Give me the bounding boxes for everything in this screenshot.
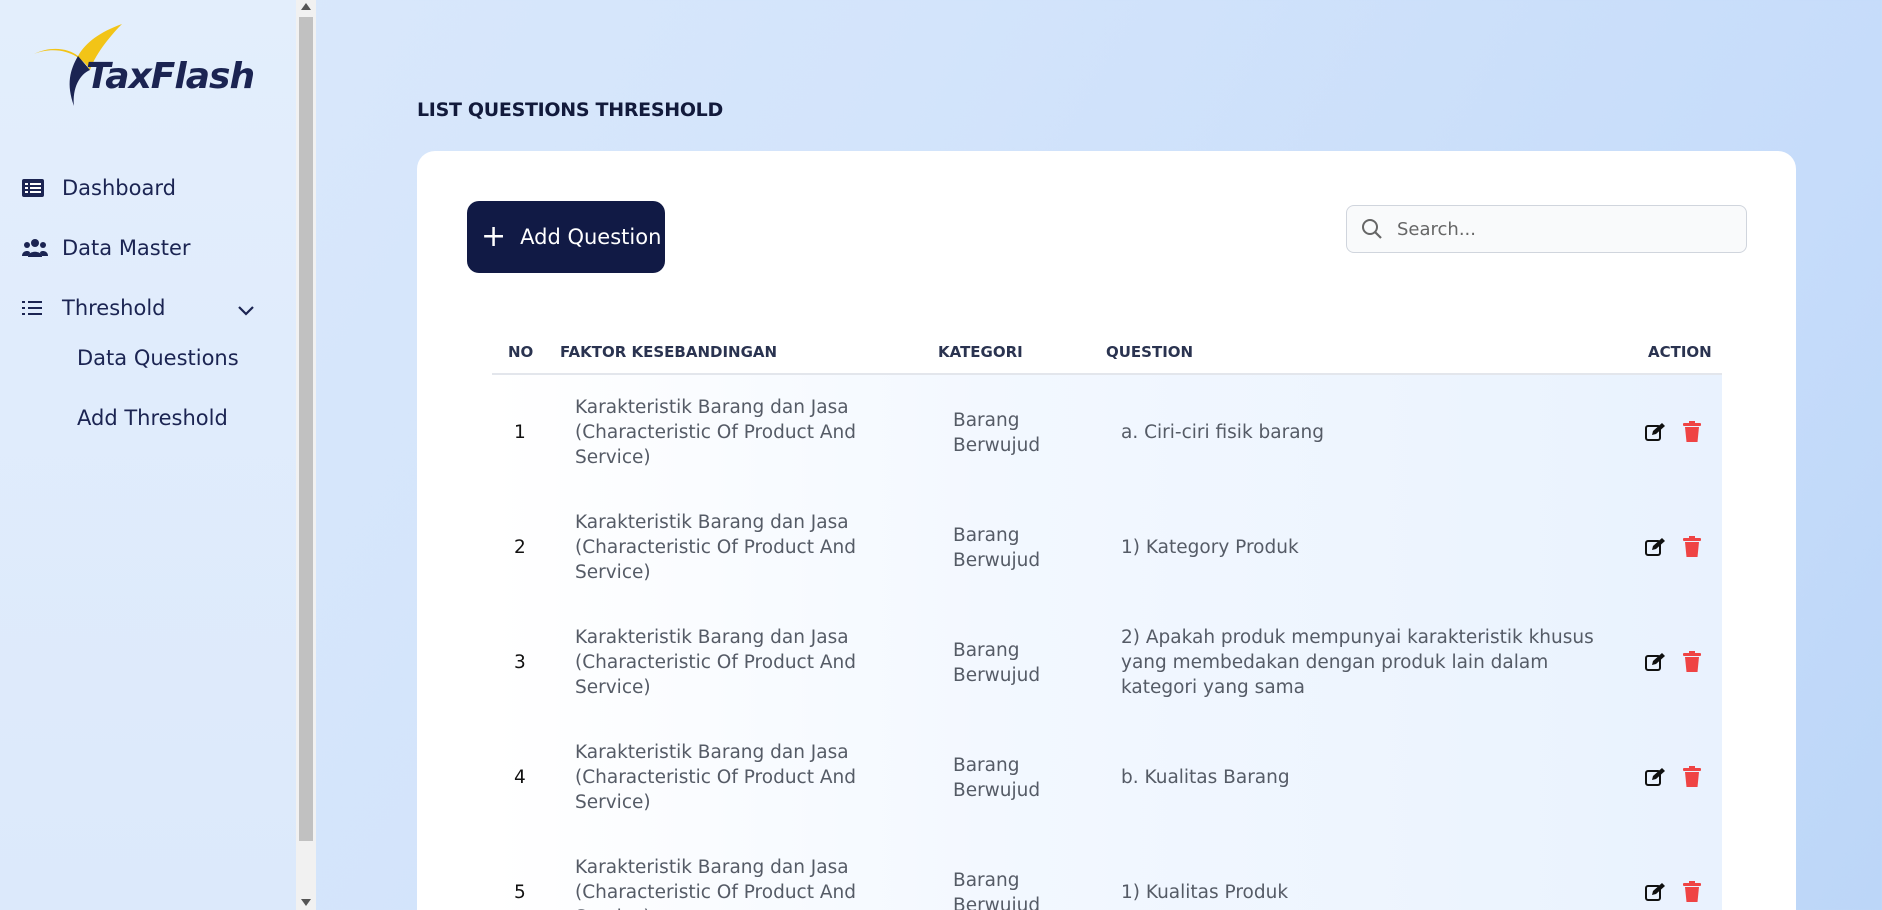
edit-icon[interactable] — [1644, 536, 1666, 558]
table-row: 2 Karakteristik Barang dan Jasa (Charact… — [492, 490, 1722, 605]
sidebar-item-label: Data Master — [62, 236, 191, 260]
sidebar-subitem-add-threshold[interactable]: Add Threshold — [77, 406, 228, 430]
scrollbar-thumb[interactable] — [299, 17, 313, 841]
cell-faktor: Karakteristik Barang dan Jasa (Character… — [575, 857, 856, 910]
taxflash-logo[interactable]: TaxFlash — [30, 22, 270, 112]
sidebar-item-threshold[interactable]: Threshold — [22, 296, 166, 320]
trash-icon[interactable] — [1682, 421, 1704, 443]
edit-icon[interactable] — [1644, 651, 1666, 673]
header-faktor[interactable]: FAKTOR KESEBANDINGAN — [560, 343, 777, 361]
edit-icon[interactable] — [1644, 766, 1666, 788]
users-icon — [22, 237, 48, 259]
cell-question: 1) Kategory Produk — [1121, 537, 1299, 558]
table-header: NO FAKTOR KESEBANDINGAN KATEGORI QUESTIO… — [492, 331, 1722, 375]
page-title: LIST QUESTIONS THRESHOLD — [417, 99, 723, 121]
header-kategori[interactable]: KATEGORI — [938, 343, 1023, 361]
cell-no: 2 — [514, 537, 526, 558]
table-row: 1 Karakteristik Barang dan Jasa (Charact… — [492, 375, 1722, 490]
cell-question: 2) Apakah produk mempunyai karakteristik… — [1121, 627, 1594, 698]
questions-table: NO FAKTOR KESEBANDINGAN KATEGORI QUESTIO… — [492, 331, 1722, 910]
cell-no: 1 — [514, 422, 526, 443]
cell-faktor: Karakteristik Barang dan Jasa (Character… — [575, 397, 856, 468]
cell-faktor: Karakteristik Barang dan Jasa (Character… — [575, 512, 856, 583]
add-question-label: Add Question — [520, 225, 662, 249]
cell-question: a. Ciri-ciri fisik barang — [1121, 422, 1325, 443]
trash-icon[interactable] — [1682, 536, 1704, 558]
cell-kategori: Barang Berwujud — [953, 755, 1041, 801]
brand-name: TaxFlash — [86, 56, 255, 97]
add-question-button[interactable]: + Add Question — [467, 201, 665, 273]
scroll-down-arrow-icon[interactable] — [301, 899, 311, 906]
trash-icon[interactable] — [1682, 651, 1704, 673]
sidebar: TaxFlash Dashboard Data Master Threshold… — [0, 0, 296, 910]
cell-question: b. Kualitas Barang — [1121, 767, 1290, 788]
list-alt-icon — [22, 177, 48, 199]
cell-kategori: Barang Berwujud — [953, 870, 1041, 910]
cell-kategori: Barang Berwujud — [953, 410, 1041, 456]
cell-no: 4 — [514, 767, 526, 788]
sidebar-item-dashboard[interactable]: Dashboard — [22, 176, 176, 200]
sidebar-item-label: Dashboard — [62, 176, 176, 200]
trash-icon[interactable] — [1682, 881, 1704, 903]
cell-no: 5 — [514, 882, 526, 903]
plus-icon: + — [481, 219, 507, 254]
sidebar-scrollbar[interactable] — [296, 0, 316, 910]
cell-question: 1) Kualitas Produk — [1121, 882, 1289, 903]
cell-kategori: Barang Berwujud — [953, 640, 1041, 686]
edit-icon[interactable] — [1644, 881, 1666, 903]
edit-icon[interactable] — [1644, 421, 1666, 443]
table-row: 4 Karakteristik Barang dan Jasa (Charact… — [492, 720, 1722, 835]
header-no[interactable]: NO — [508, 343, 533, 361]
cell-kategori: Barang Berwujud — [953, 525, 1041, 571]
list-icon — [22, 297, 48, 319]
cell-no: 3 — [514, 652, 526, 673]
questions-card: + Add Question NO FAKTOR KESEBANDINGAN K… — [417, 151, 1796, 910]
search-box[interactable] — [1346, 205, 1747, 253]
header-question[interactable]: QUESTION — [1106, 343, 1193, 361]
chevron-down-icon[interactable] — [236, 300, 256, 320]
table-body: 1 Karakteristik Barang dan Jasa (Charact… — [492, 375, 1722, 910]
trash-icon[interactable] — [1682, 766, 1704, 788]
cell-faktor: Karakteristik Barang dan Jasa (Character… — [575, 742, 856, 813]
header-action: ACTION — [1648, 343, 1712, 361]
table-row: 5 Karakteristik Barang dan Jasa (Charact… — [492, 835, 1722, 910]
table-row: 3 Karakteristik Barang dan Jasa (Charact… — [492, 605, 1722, 720]
sidebar-subitem-data-questions[interactable]: Data Questions — [77, 346, 239, 370]
sidebar-item-label: Threshold — [62, 296, 166, 320]
search-input[interactable] — [1397, 218, 1717, 240]
cell-faktor: Karakteristik Barang dan Jasa (Character… — [575, 627, 856, 698]
scroll-up-arrow-icon[interactable] — [301, 3, 311, 10]
search-icon — [1361, 218, 1383, 240]
sidebar-item-data-master[interactable]: Data Master — [22, 236, 191, 260]
